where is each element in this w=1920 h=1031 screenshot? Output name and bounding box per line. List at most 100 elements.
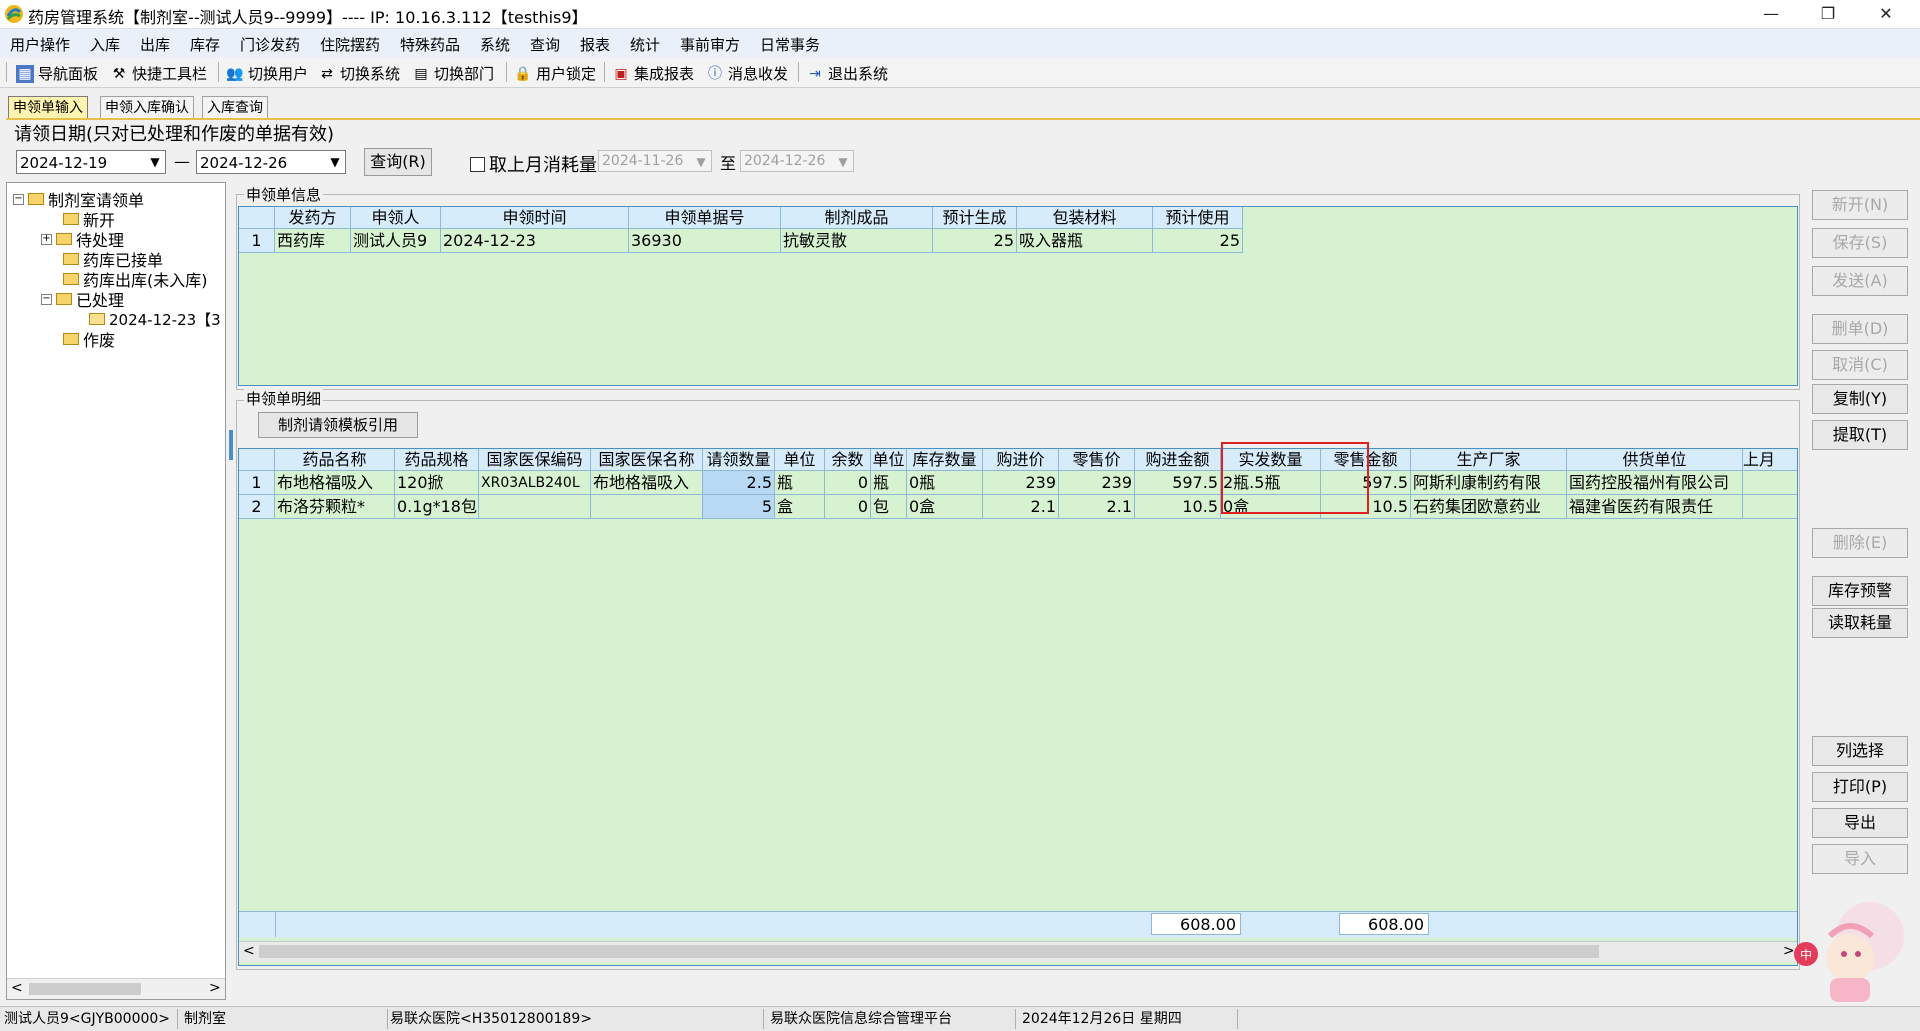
column-header[interactable]: 购进价 — [983, 449, 1059, 471]
tree-item-processed-date[interactable]: 2024-12-23【3 — [89, 309, 221, 329]
menu-inpatient[interactable]: 住院摆药 — [320, 34, 380, 55]
table-cell[interactable]: 吸入器瓶 — [1017, 229, 1153, 253]
menu-daily-affairs[interactable]: 日常事务 — [760, 34, 820, 55]
new-button[interactable]: 新开(N) — [1812, 190, 1908, 220]
menu-user-ops[interactable]: 用户操作 — [10, 34, 70, 55]
table-cell[interactable]: 包 — [871, 495, 907, 519]
column-header[interactable]: 药品规格 — [395, 449, 479, 471]
query-button[interactable]: 查询(R) — [364, 148, 432, 176]
table-cell[interactable]: 239 — [983, 471, 1059, 495]
switch-system-button[interactable]: ⇄ 切换系统 — [318, 63, 400, 84]
column-header[interactable]: 单位 — [871, 449, 907, 471]
menu-prescription-review[interactable]: 事前审方 — [680, 34, 740, 55]
scroll-thumb[interactable] — [259, 945, 1599, 958]
menu-stock-in[interactable]: 入库 — [90, 34, 120, 55]
table-cell[interactable]: 2024-12-23 — [441, 229, 629, 253]
column-select-button[interactable]: 列选择 — [1812, 736, 1908, 766]
menu-reports[interactable]: 报表 — [580, 34, 610, 55]
grid-horizontal-scrollbar[interactable]: < > — [239, 941, 1797, 962]
table-cell[interactable]: 抗敏灵散 — [781, 229, 933, 253]
tree-item-voided[interactable]: 作废 — [63, 329, 115, 350]
menu-inventory[interactable]: 库存 — [190, 34, 220, 55]
quick-toolbar-button[interactable]: ⚒ 快捷工具栏 — [110, 63, 207, 84]
save-button[interactable]: 保存(S) — [1812, 228, 1908, 258]
table-cell[interactable]: 瓶 — [871, 471, 907, 495]
column-header[interactable]: 包装材料 — [1017, 207, 1153, 229]
table-cell[interactable]: 2.5 — [703, 471, 775, 495]
table-cell[interactable]: 布洛芬颗粒* — [275, 495, 395, 519]
table-cell[interactable]: 阿斯利康制药有限 — [1411, 471, 1567, 495]
table-cell[interactable]: 120掀 — [395, 471, 479, 495]
table-cell[interactable]: 25 — [1153, 229, 1243, 253]
column-header[interactable]: 预计使用 — [1153, 207, 1243, 229]
tree-item-pending[interactable]: + 待处理 — [41, 229, 124, 250]
date-to-picker[interactable]: 2024-12-26 ▼ — [196, 150, 346, 174]
table-cell[interactable]: XR03ALB240L — [479, 471, 591, 495]
menu-outpatient[interactable]: 门诊发药 — [240, 34, 300, 55]
table-cell[interactable]: 36930 — [629, 229, 781, 253]
expand-icon[interactable]: + — [41, 233, 52, 245]
print-button[interactable]: 打印(P) — [1812, 772, 1908, 802]
table-cell[interactable]: 5 — [703, 495, 775, 519]
tab-stock-in-query[interactable]: 入库查询 — [202, 96, 268, 119]
tree-item-accepted[interactable]: 药库已接单 — [63, 249, 163, 270]
read-consumption-button[interactable]: 读取耗量 — [1812, 608, 1908, 638]
table-cell[interactable]: 239 — [1059, 471, 1135, 495]
table-cell[interactable]: 0 — [825, 495, 871, 519]
column-header[interactable]: 请领数量 — [703, 449, 775, 471]
table-cell[interactable]: 国药控股福州有限公司 — [1567, 471, 1743, 495]
column-header[interactable]: 零售价 — [1059, 449, 1135, 471]
user-lock-button[interactable]: 🔒 用户锁定 — [514, 63, 596, 84]
menu-stock-out[interactable]: 出库 — [140, 34, 170, 55]
tree-item-processed[interactable]: − 已处理 — [41, 289, 124, 310]
import-button[interactable]: 导入 — [1812, 844, 1908, 874]
table-cell[interactable]: 0盒 — [907, 495, 983, 519]
scroll-left-icon[interactable]: < — [11, 980, 23, 996]
last-month-consumption-checkbox[interactable]: 取上月消耗量 — [470, 151, 597, 177]
tree-root[interactable]: − 制剂室请领单 — [13, 189, 144, 210]
table-cell[interactable] — [1743, 471, 1797, 495]
column-header[interactable]: 国家医保编码 — [479, 449, 591, 471]
collapse-icon[interactable]: − — [13, 193, 24, 205]
column-header[interactable]: 单位 — [775, 449, 825, 471]
send-button[interactable]: 发送(A) — [1812, 266, 1908, 296]
table-cell[interactable]: 25 — [933, 229, 1017, 253]
template-reference-button[interactable]: 制剂请领模板引用 — [258, 412, 418, 438]
tree-item-shipped[interactable]: 药库出库(未入库) — [63, 269, 208, 290]
column-header[interactable]: 申领人 — [351, 207, 441, 229]
table-cell[interactable] — [1743, 495, 1797, 519]
stock-alert-button[interactable]: 库存预警 — [1812, 576, 1908, 606]
table-cell[interactable]: 2.1 — [1059, 495, 1135, 519]
column-header[interactable]: 上月 — [1743, 449, 1797, 471]
tree-item-new[interactable]: 新开 — [63, 209, 115, 230]
table-cell[interactable]: 0 — [825, 471, 871, 495]
column-header[interactable]: 申领单据号 — [629, 207, 781, 229]
menu-system[interactable]: 系统 — [480, 34, 510, 55]
tab-request-confirm[interactable]: 申领入库确认 — [100, 96, 194, 119]
column-header[interactable]: 制剂成品 — [781, 207, 933, 229]
export-button[interactable]: 导出 — [1812, 808, 1908, 838]
scroll-left-icon[interactable]: < — [243, 943, 255, 959]
request-header-grid[interactable]: 发药方 申领人 申领时间 申领单据号 制剂成品 预计生成 包装材料 预计使用 1… — [238, 206, 1798, 386]
switch-department-button[interactable]: ▤ 切换部门 — [412, 63, 494, 84]
menu-statistics[interactable]: 统计 — [630, 34, 660, 55]
copy-button[interactable]: 复制(Y) — [1812, 384, 1908, 414]
column-header[interactable]: 发药方 — [275, 207, 351, 229]
delete-order-button[interactable]: 删单(D) — [1812, 314, 1908, 344]
column-header[interactable]: 生产厂家 — [1411, 449, 1567, 471]
column-header[interactable]: 国家医保名称 — [591, 449, 703, 471]
column-header[interactable]: 库存数量 — [907, 449, 983, 471]
table-cell[interactable]: 盒 — [775, 495, 825, 519]
integrated-report-button[interactable]: ▣ 集成报表 — [612, 63, 694, 84]
table-cell[interactable]: 布地格福吸入 — [591, 471, 703, 495]
column-header[interactable]: 申领时间 — [441, 207, 629, 229]
request-detail-grid[interactable]: 药品名称 药品规格 国家医保编码 国家医保名称 请领数量 单位 余数 单位 库存… — [238, 448, 1798, 966]
scroll-thumb[interactable] — [29, 983, 141, 995]
checkbox-box[interactable] — [470, 156, 485, 172]
date-from-picker[interactable]: 2024-12-19 ▼ — [16, 150, 166, 174]
table-cell[interactable]: 福建省医药有限责任 — [1567, 495, 1743, 519]
tab-request-input[interactable]: 申领单输入 — [8, 96, 88, 119]
exit-system-button[interactable]: ⇥ 退出系统 — [806, 63, 888, 84]
column-header[interactable]: 购进金额 — [1135, 449, 1221, 471]
scroll-right-icon[interactable]: > — [209, 980, 221, 996]
